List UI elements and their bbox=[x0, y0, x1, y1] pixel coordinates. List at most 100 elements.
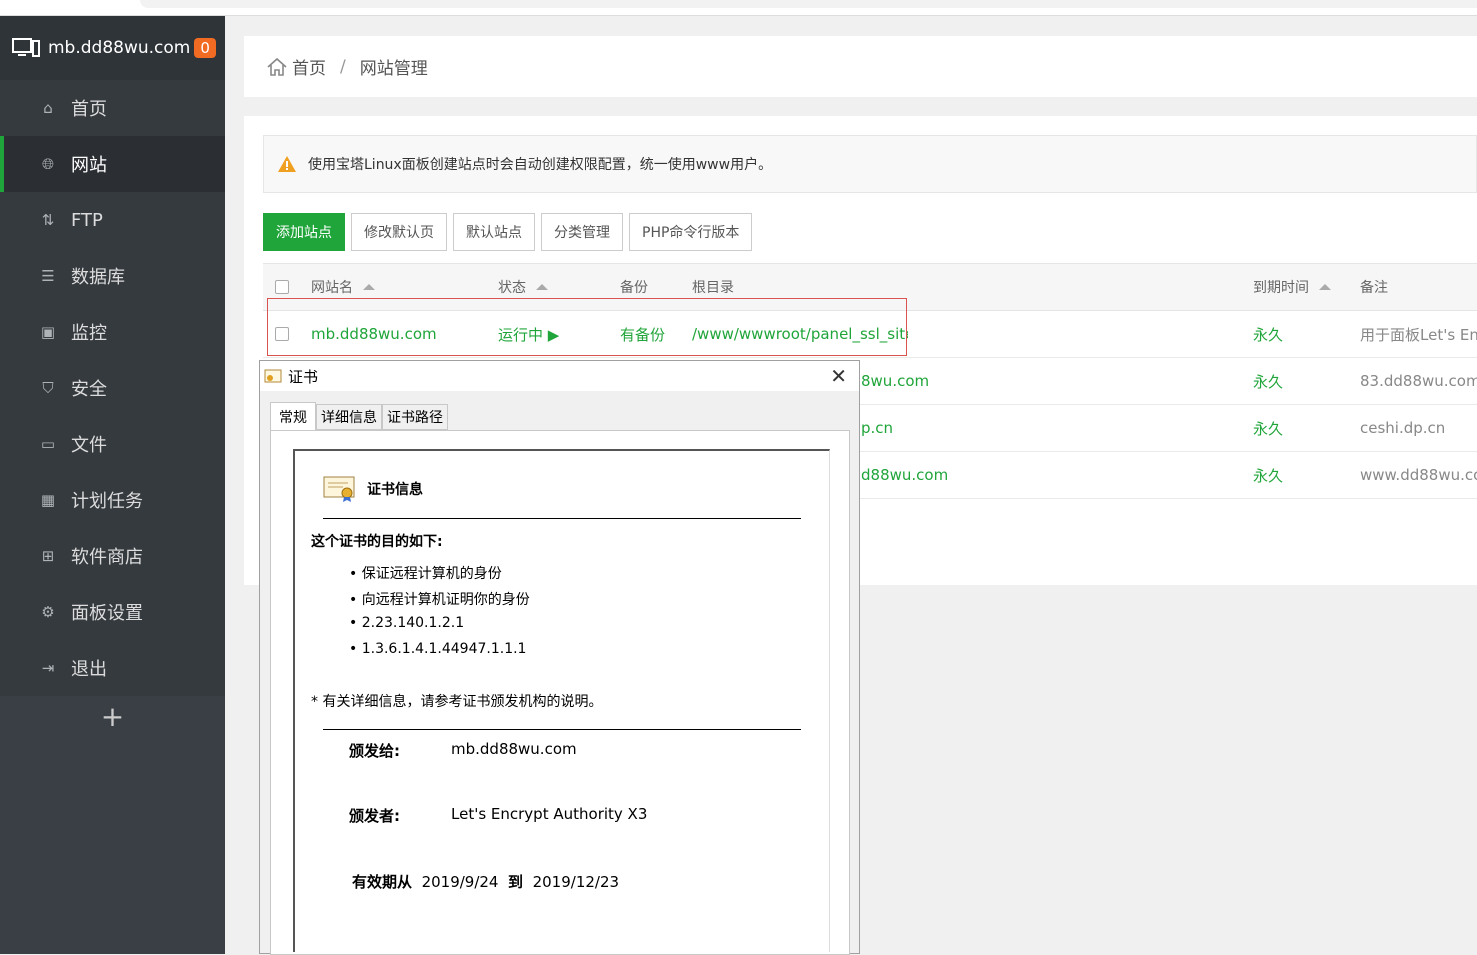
tab-panel-general: 证书信息 这个证书的目的如下: • 保证远程计算机的身份 • 向远程计算机证明你… bbox=[270, 430, 850, 955]
sidebar-header: mb.dd88wu.com 0 bbox=[0, 16, 225, 80]
sort-icon bbox=[536, 284, 548, 290]
valid-from: 2019/9/24 bbox=[421, 873, 499, 891]
ftp-icon: ⇅ bbox=[41, 211, 55, 229]
sidebar-item-security[interactable]: ⛉ 安全 bbox=[0, 360, 225, 416]
logout-icon: ⇥ bbox=[41, 659, 55, 677]
dialog-title-bar[interactable]: 证书 ✕ bbox=[260, 361, 859, 391]
remark-value[interactable]: 用于面板Let's Encrypt bbox=[1360, 311, 1477, 357]
divider bbox=[323, 729, 801, 730]
sidebar-item-label: 监控 bbox=[71, 323, 107, 344]
header-expire[interactable]: 到期时间 bbox=[1253, 264, 1331, 310]
select-all-checkbox[interactable] bbox=[275, 280, 289, 294]
sidebar-item-label: 面板设置 bbox=[71, 603, 143, 624]
globe-icon: 🌐︎ bbox=[41, 155, 54, 173]
host-name: mb.dd88wu.com bbox=[48, 38, 191, 58]
sidebar-item-label: 安全 bbox=[71, 379, 107, 400]
root-dir-link[interactable]: p.cn bbox=[861, 405, 893, 451]
tab-general[interactable]: 常规 bbox=[270, 402, 316, 432]
sidebar-item-settings[interactable]: ⚙ 面板设置 bbox=[0, 584, 225, 640]
sidebar-item-logout[interactable]: ⇥ 退出 bbox=[0, 640, 225, 696]
tab-details[interactable]: 详细信息 bbox=[316, 404, 382, 430]
expire-value[interactable]: 永久 bbox=[1253, 405, 1283, 451]
issued-by-label: 颁发者: bbox=[349, 807, 400, 825]
tab-cert-path[interactable]: 证书路径 bbox=[382, 404, 448, 430]
breadcrumb-home-link[interactable]: 首页 bbox=[292, 54, 326, 79]
valid-to-label: 到 bbox=[508, 873, 524, 891]
sidebar-item-label: 首页 bbox=[71, 99, 107, 120]
certificate-dialog: 证书 ✕ 常规 详细信息 证书路径 证书信息 这个证书的目的如下: • 保证远程… bbox=[259, 360, 860, 955]
sidebar-item-label: 文件 bbox=[71, 435, 107, 456]
purpose-item: • 1.3.6.1.4.1.44947.1.1.1 bbox=[349, 641, 527, 657]
sidebar-item-database[interactable]: ☰ 数据库 bbox=[0, 248, 225, 304]
remark-value[interactable]: www.dd88wu.com bbox=[1360, 452, 1477, 498]
notification-badge[interactable]: 0 bbox=[194, 38, 216, 58]
sidebar-item-label: 软件商店 bbox=[71, 547, 143, 568]
certificate-icon bbox=[264, 369, 282, 383]
sidebar-item-store[interactable]: ⊞ 软件商店 bbox=[0, 528, 225, 584]
expire-value[interactable]: 永久 bbox=[1253, 358, 1283, 404]
toolbar: 添加站点 修改默认页 默认站点 分类管理 PHP命令行版本 bbox=[263, 213, 753, 251]
valid-to: 2019/12/23 bbox=[532, 873, 620, 891]
sidebar-item-files[interactable]: ▭ 文件 bbox=[0, 416, 225, 472]
info-alert: 使用宝塔Linux面板创建站点时会自动创建权限配置，统一使用www用户。 bbox=[263, 135, 1477, 193]
calendar-icon: ▦ bbox=[40, 491, 56, 509]
database-icon: ☰ bbox=[41, 267, 55, 285]
category-manage-button[interactable]: 分类管理 bbox=[541, 213, 623, 251]
edit-default-page-button[interactable]: 修改默认页 bbox=[351, 213, 447, 251]
warning-icon bbox=[278, 156, 296, 172]
remark-value[interactable]: ceshi.dp.cn bbox=[1360, 405, 1477, 451]
sort-icon bbox=[1319, 284, 1331, 290]
home-icon bbox=[267, 57, 287, 76]
expire-value[interactable]: 永久 bbox=[1253, 311, 1283, 357]
details-note: * 有关详细信息，请参考证书颁发机构的说明。 bbox=[311, 694, 603, 710]
sidebar-item-ftp[interactable]: ⇅ FTP bbox=[0, 192, 225, 248]
expire-value[interactable]: 永久 bbox=[1253, 452, 1283, 498]
sidebar-item-label: 网站 bbox=[71, 155, 107, 176]
issued-to: 颁发给: mb.dd88wu.com bbox=[349, 740, 577, 761]
apps-icon: ⊞ bbox=[41, 547, 55, 565]
sidebar-item-label: 数据库 bbox=[71, 267, 125, 288]
issued-by-value: Let's Encrypt Authority X3 bbox=[451, 805, 648, 823]
purpose-item: • 2.23.140.1.2.1 bbox=[349, 615, 465, 631]
header-remark: 备注 bbox=[1360, 280, 1388, 296]
add-shortcut-button[interactable]: + bbox=[0, 700, 225, 733]
browser-top-bar bbox=[0, 0, 1477, 16]
default-site-button[interactable]: 默认站点 bbox=[453, 213, 535, 251]
breadcrumb: 首页 / 网站管理 bbox=[244, 36, 1477, 97]
sidebar-item-home[interactable]: ⌂ 首页 bbox=[0, 80, 225, 136]
issued-by: 颁发者: Let's Encrypt Authority X3 bbox=[349, 805, 647, 826]
sidebar-menu: ⌂ 首页 🌐︎ 网站 ⇅ FTP ☰ 数据库 ▣ 监控 ⛉ 安全 ▭ 文件 ▦ 计划任务 ⊞ 软件… bbox=[0, 80, 225, 696]
folder-icon: ▭ bbox=[40, 435, 56, 453]
gear-icon: ⚙ bbox=[41, 603, 55, 621]
divider bbox=[323, 518, 801, 519]
cert-info-box: 证书信息 这个证书的目的如下: • 保证远程计算机的身份 • 向远程计算机证明你… bbox=[293, 449, 830, 952]
purpose-item: • 保证远程计算机的身份 bbox=[349, 566, 502, 582]
sidebar-item-cron[interactable]: ▦ 计划任务 bbox=[0, 472, 225, 528]
php-cli-version-button[interactable]: PHP命令行版本 bbox=[629, 213, 753, 251]
sidebar-item-label: 计划任务 bbox=[71, 491, 143, 512]
purpose-title: 这个证书的目的如下: bbox=[311, 534, 443, 550]
add-site-button[interactable]: 添加站点 bbox=[263, 213, 345, 251]
dialog-tabs: 常规 详细信息 证书路径 bbox=[270, 402, 448, 432]
sidebar-item-website[interactable]: 🌐︎ 网站 bbox=[0, 136, 225, 192]
sidebar-item-label: FTP bbox=[71, 209, 103, 231]
highlight-box bbox=[267, 298, 907, 356]
cert-info-heading: 证书信息 bbox=[323, 475, 423, 503]
remark-value[interactable]: 83.dd88wu.com bbox=[1360, 358, 1477, 404]
sidebar-item-label: 退出 bbox=[71, 659, 107, 680]
issued-to-value: mb.dd88wu.com bbox=[451, 740, 577, 758]
alert-text: 使用宝塔Linux面板创建站点时会自动创建权限配置，统一使用www用户。 bbox=[308, 157, 773, 173]
sidebar: mb.dd88wu.com 0 ⌂ 首页 🌐︎ 网站 ⇅ FTP ☰ 数据库 ▣ 监控 ⛉… bbox=[0, 16, 225, 954]
shield-icon: ⛉ bbox=[42, 379, 54, 397]
breadcrumb-separator: / bbox=[340, 56, 346, 77]
sort-icon bbox=[363, 284, 375, 290]
valid-from-label: 有效期从 bbox=[352, 873, 413, 891]
root-dir-link[interactable]: d88wu.com bbox=[861, 452, 948, 498]
validity-period: 有效期从 2019/9/24 到 2019/12/23 bbox=[352, 871, 619, 892]
dialog-title: 证书 bbox=[288, 367, 319, 386]
root-dir-link[interactable]: 8wu.com bbox=[861, 358, 929, 404]
home-icon: ⌂ bbox=[43, 99, 53, 117]
purpose-item: • 向远程计算机证明你的身份 bbox=[349, 592, 530, 608]
sidebar-item-monitor[interactable]: ▣ 监控 bbox=[0, 304, 225, 360]
close-icon[interactable]: ✕ bbox=[830, 366, 847, 386]
